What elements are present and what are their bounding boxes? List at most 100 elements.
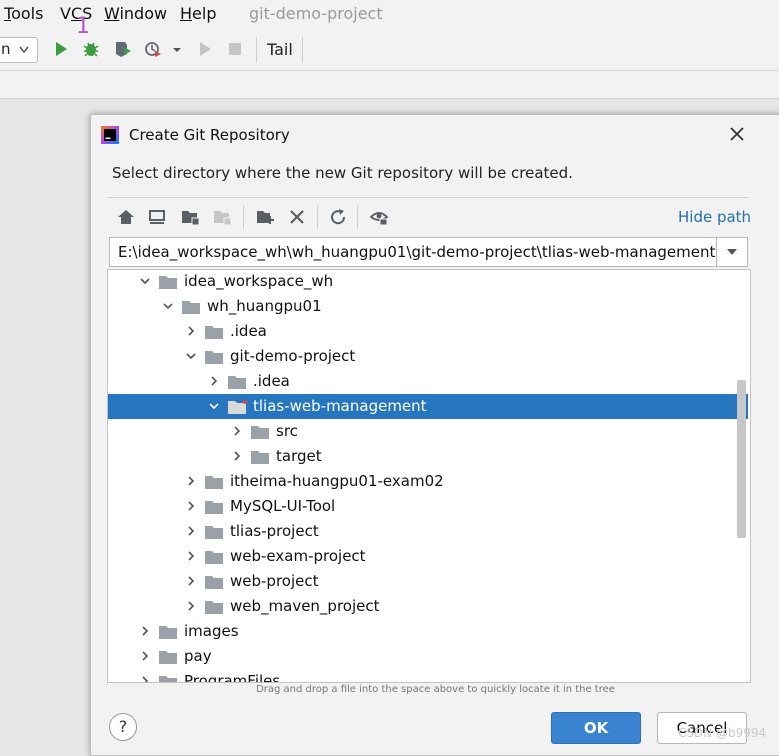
help-icon: ? (118, 717, 128, 736)
module-folder-icon[interactable] (213, 208, 231, 226)
drag-drop-hint: Drag and drop a file into the space abov… (256, 684, 615, 695)
path-input-value: E:\idea_workspace_wh\wh_huangpu01\git-de… (118, 243, 716, 261)
folder-icon (205, 601, 223, 614)
tree-row[interactable]: tlias-web-management (108, 394, 748, 419)
close-icon[interactable] (727, 124, 747, 144)
chevron-right-icon[interactable] (186, 576, 196, 586)
folder-icon (205, 501, 223, 514)
chevron-right-icon[interactable] (186, 501, 196, 511)
tree-row[interactable]: target (108, 444, 748, 469)
project-title: git-demo-project (249, 4, 383, 23)
hide-path-link[interactable]: Hide path (678, 208, 751, 226)
tree-row[interactable]: MySQL-UI-Tool (108, 494, 748, 519)
chevron-right-icon[interactable] (232, 426, 242, 436)
menu-tools[interactable]: Tools (4, 4, 43, 23)
directory-tree[interactable]: ProgramFiles pay images web_maven_project we… (107, 269, 751, 683)
toolbar-separator (302, 37, 303, 63)
tree-row-label: git-demo-project (230, 347, 356, 365)
folder-icon (251, 451, 269, 464)
dropdown-icon[interactable] (171, 40, 183, 58)
rerun-icon[interactable] (196, 40, 214, 58)
delete-icon[interactable] (288, 208, 306, 226)
chevron-right-icon[interactable] (186, 601, 196, 611)
tree-row[interactable]: git-demo-project (108, 344, 748, 369)
tree-row[interactable]: .idea (108, 369, 748, 394)
toolbar-separator (357, 205, 358, 229)
create-git-repository-dialog: Create Git Repository Select directory w… (90, 114, 779, 756)
tree-row[interactable]: src (108, 419, 748, 444)
tree-scrollbar[interactable] (737, 380, 746, 538)
editor-tab-strip (0, 71, 779, 99)
chevron-right-icon[interactable] (186, 326, 196, 336)
chevron-right-icon[interactable] (209, 376, 219, 386)
tree-row-label: wh_huangpu01 (207, 297, 322, 315)
tree-row[interactable]: web-exam-project (108, 544, 748, 569)
chevron-right-icon[interactable] (140, 651, 150, 661)
menu-window[interactable]: Window (104, 4, 167, 23)
chevron-right-icon[interactable] (186, 551, 196, 561)
project-folder-icon[interactable] (181, 208, 199, 226)
run-icon[interactable] (52, 40, 70, 58)
tail-button[interactable]: Tail (267, 40, 293, 59)
ok-button[interactable]: OK (551, 712, 641, 744)
run-config-select[interactable]: n (0, 37, 38, 63)
chevron-right-icon[interactable] (140, 626, 150, 636)
menu-bar: Tools VCS Window Help git-demo-project (0, 0, 779, 30)
tree-row[interactable]: tlias-project (108, 519, 748, 544)
annotation-1: 1 (76, 14, 90, 39)
tree-row[interactable]: web_maven_project (108, 594, 748, 619)
folder-icon (159, 651, 177, 664)
path-history-dropdown[interactable] (716, 237, 748, 267)
run-config-value: n (1, 40, 11, 58)
tree-row-label: target (276, 447, 322, 465)
tree-row[interactable]: ProgramFiles (108, 669, 748, 683)
stop-icon[interactable] (226, 40, 244, 58)
help-button[interactable]: ? (109, 713, 137, 741)
chevron-right-icon[interactable] (140, 676, 150, 683)
chevron-down-icon[interactable] (140, 276, 150, 286)
dialog-title: Create Git Repository (129, 126, 290, 144)
folder-icon (159, 676, 177, 682)
chevron-down-icon[interactable] (209, 401, 219, 411)
path-input[interactable]: E:\idea_workspace_wh\wh_huangpu01\git-de… (109, 237, 716, 267)
tree-row-label: tlias-web-management (253, 397, 427, 415)
tree-row-label: .idea (230, 322, 267, 340)
home-icon[interactable] (117, 208, 135, 226)
dialog-description: Select directory where the new Git repos… (112, 164, 573, 182)
show-hidden-icon[interactable] (370, 208, 388, 226)
menu-help[interactable]: Help (180, 4, 216, 23)
toolbar-separator (243, 205, 244, 229)
chevron-down-icon[interactable] (163, 301, 173, 311)
folder-icon (205, 351, 223, 364)
tree-row-label: .idea (253, 372, 290, 390)
tree-row[interactable]: web-project (108, 569, 748, 594)
tree-row-label: idea_workspace_wh (184, 272, 334, 290)
folder-icon (205, 551, 223, 564)
coverage-icon[interactable] (114, 40, 132, 58)
tree-row[interactable]: images (108, 619, 748, 644)
folder-icon (205, 326, 223, 339)
tree-row-label: images (184, 622, 239, 640)
chevron-right-icon[interactable] (232, 451, 242, 461)
toolbar-separator (256, 37, 257, 63)
tree-row[interactable]: itheima-huangpu01-exam02 (108, 469, 748, 494)
tree-row[interactable]: wh_huangpu01 (108, 294, 748, 319)
menu-tools-rest: ools (11, 4, 44, 23)
tree-row[interactable]: pay (108, 644, 748, 669)
new-folder-icon[interactable] (256, 208, 274, 226)
chevron-right-icon[interactable] (186, 476, 196, 486)
chevron-down-icon[interactable] (186, 351, 196, 361)
debug-icon[interactable] (82, 40, 100, 58)
tree-row-label: web-exam-project (230, 547, 366, 565)
folder-icon (205, 476, 223, 489)
folder-icon (205, 526, 223, 539)
chevron-right-icon[interactable] (186, 526, 196, 536)
tree-row-label: MySQL-UI-Tool (230, 497, 336, 515)
refresh-icon[interactable] (329, 208, 347, 226)
tree-row[interactable]: idea_workspace_wh (108, 270, 748, 294)
watermark: CSDN @b9994 (678, 726, 767, 740)
tree-row[interactable]: .idea (108, 319, 748, 344)
desktop-icon[interactable] (148, 208, 166, 226)
profile-icon[interactable] (144, 40, 162, 58)
tree-row-label: src (276, 422, 298, 440)
